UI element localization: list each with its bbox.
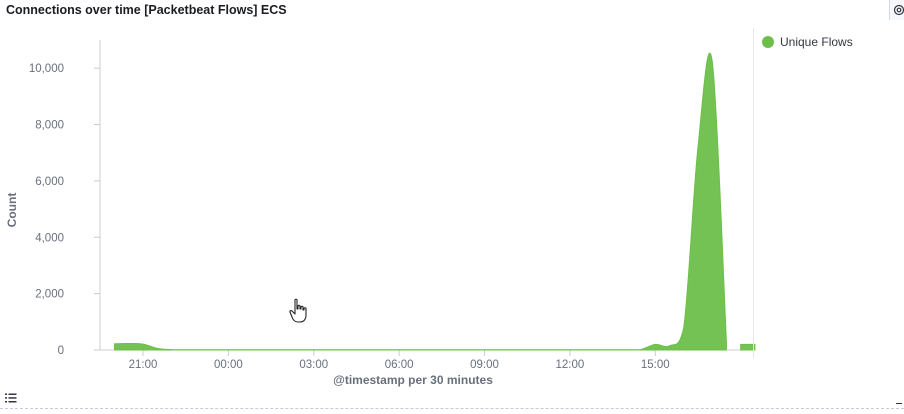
legend-color-dot <box>762 36 774 48</box>
list-icon[interactable] <box>2 390 20 406</box>
legend-item-unique-flows[interactable]: Unique Flows <box>762 35 853 49</box>
y-tick-label: 10,000 <box>29 63 64 75</box>
x-tick-label: 09:00 <box>470 359 499 371</box>
y-axis-title: Count <box>5 193 19 228</box>
legend-divider <box>753 28 754 358</box>
resize-handle[interactable] <box>896 403 902 404</box>
hand-pointer-icon <box>288 298 310 329</box>
y-tick-label: 2,000 <box>35 289 64 301</box>
x-tick-label: 00:00 <box>214 359 243 371</box>
legend-label: Unique Flows <box>780 35 853 49</box>
panel-bottom-border <box>0 408 904 409</box>
area-chart: 0 2,000 4,000 6,000 8,000 10,000 21:00 00:00 03:… <box>5 40 756 387</box>
x-tick-label: 03:00 <box>299 359 328 371</box>
x-tick-label: 15:00 <box>641 359 670 371</box>
x-tick-label: 21:00 <box>129 359 158 371</box>
x-axis-title: @timestamp per 30 minutes <box>333 373 493 387</box>
y-tick-label: 8,000 <box>35 120 64 132</box>
x-tick-label: 12:00 <box>556 359 585 371</box>
y-tick-label: 4,000 <box>35 232 64 244</box>
unique-flows-area <box>114 52 727 351</box>
y-tick-label: 0 <box>58 345 64 357</box>
y-tick-label: 6,000 <box>35 176 64 188</box>
x-tick-label: 06:00 <box>385 359 414 371</box>
